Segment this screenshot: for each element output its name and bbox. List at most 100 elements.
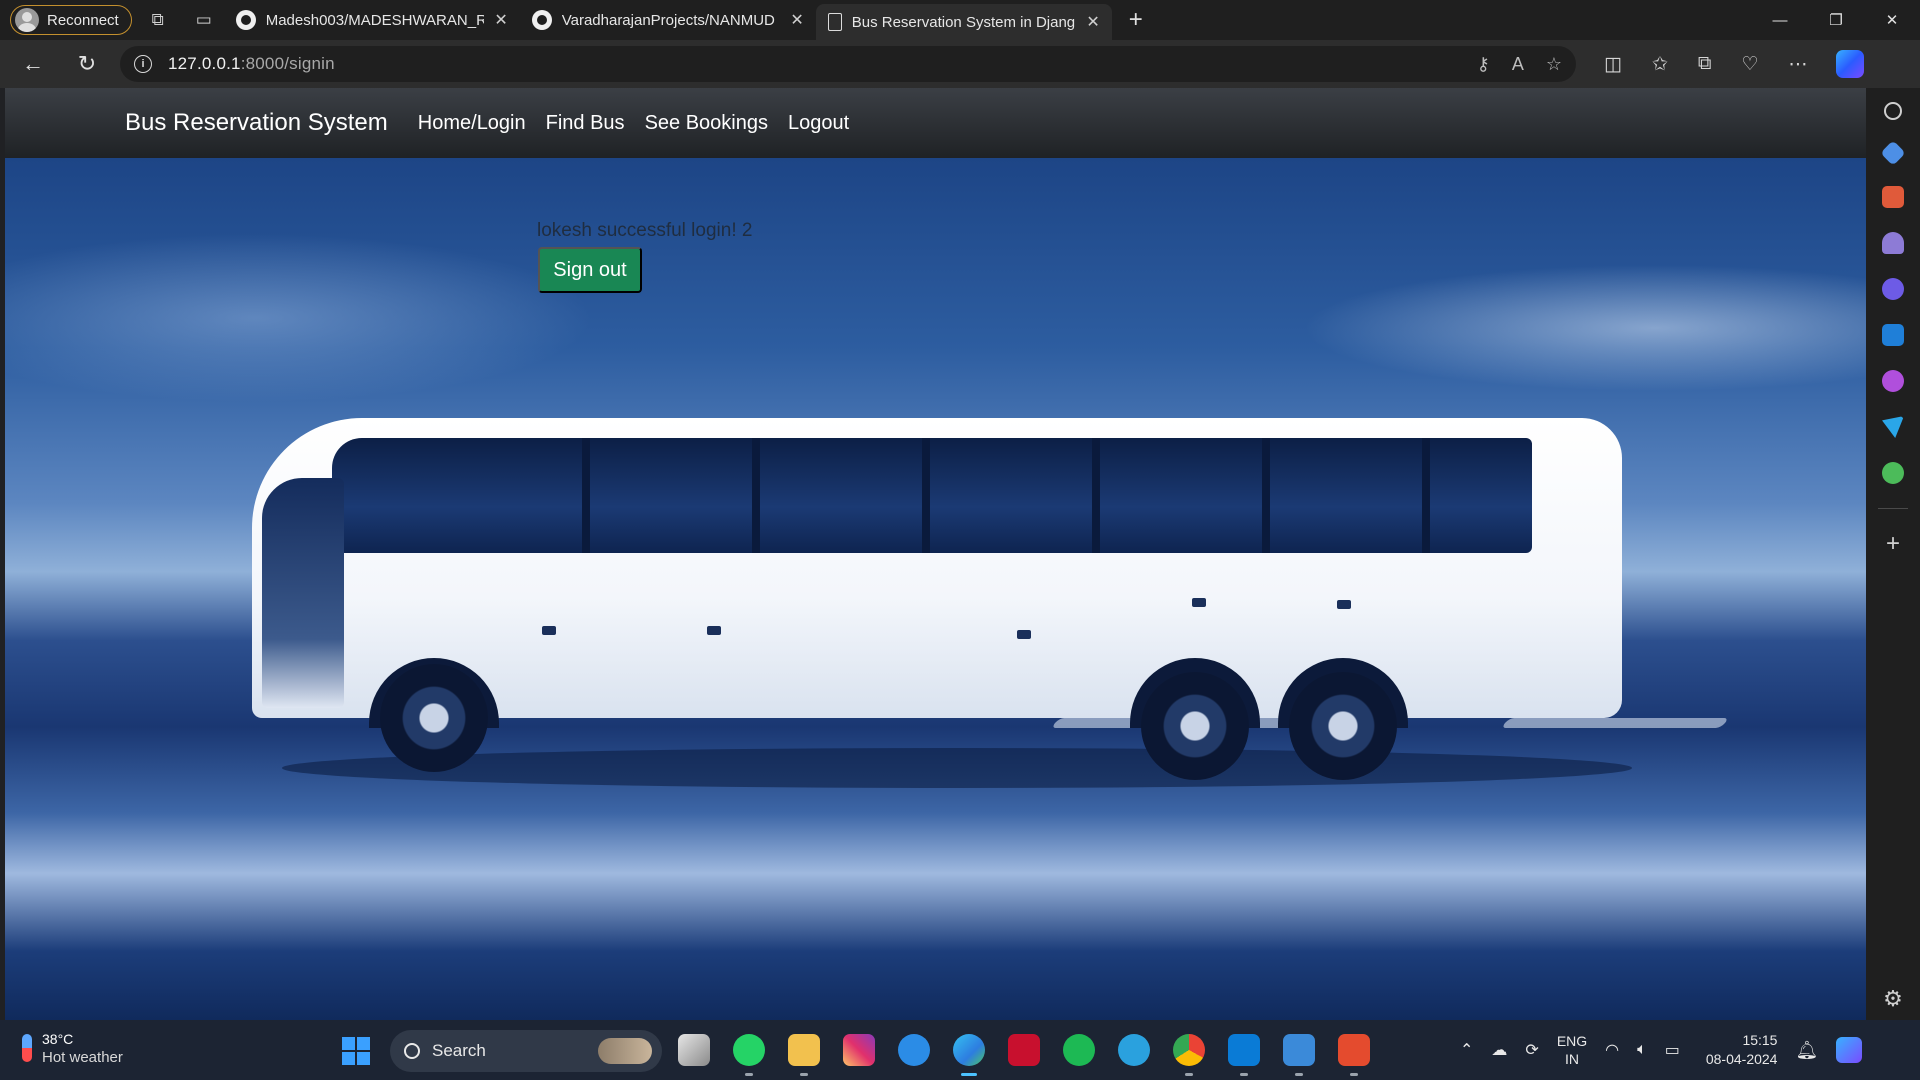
volume-icon[interactable]: 🔈︎ [1637, 1041, 1647, 1059]
copilot-icon[interactable] [1835, 50, 1864, 78]
close-tab-icon[interactable]: ✕ [494, 10, 507, 30]
side-marker-light [542, 626, 556, 635]
tab-title: Madesh003/MADESHWARAN_R [265, 11, 485, 29]
tab-github-madesh[interactable]: Madesh003/MADESHWARAN_R ✕ [224, 0, 520, 40]
sign-out-button[interactable]: Sign out [538, 247, 642, 293]
language-code: ENG [1556, 1033, 1588, 1049]
new-tab-icon[interactable]: + [1116, 6, 1156, 34]
github-icon [235, 10, 256, 30]
bus-image [222, 418, 1632, 798]
language-indicator[interactable]: ENG IN [1557, 1032, 1587, 1068]
read-aloud-icon[interactable]: A [1512, 54, 1524, 75]
login-status-message: lokesh successful login! 2 [537, 220, 753, 241]
close-tab-icon[interactable]: ✕ [1086, 12, 1099, 32]
url-path: :8000/signin [240, 54, 335, 73]
more-options-icon[interactable]: ⋯ [1789, 53, 1808, 76]
url-text[interactable]: 127.0.0.1:8000/signin [168, 54, 335, 74]
address-bar[interactable]: i 127.0.0.1:8000/signin ⚷ A ☆ [120, 46, 1576, 82]
favorites-icon[interactable]: ✩ [1652, 53, 1668, 76]
copilot-sidebar-icon[interactable] [1882, 278, 1904, 300]
nav-logout[interactable]: Logout [788, 112, 849, 135]
copilot-taskbar-icon[interactable] [1836, 1037, 1863, 1063]
github-icon [531, 10, 552, 30]
rear-wheel [1141, 672, 1249, 780]
site-navbar: Bus Reservation System Home/Login Find B… [5, 88, 1866, 158]
vscode-icon[interactable] [1228, 1034, 1260, 1076]
photos-icon[interactable] [1283, 1034, 1315, 1076]
site-info-icon[interactable]: i [134, 55, 152, 73]
side-marker-light [707, 626, 721, 635]
key-icon[interactable]: ⚷ [1477, 54, 1490, 75]
taskbar-search[interactable]: Search [390, 1030, 662, 1072]
system-tray: ⌃ ☁ ⟳ ENG IN ◠ 🔈︎ ▭ 15:15 08-04-2024 🔔︎ [1460, 1020, 1863, 1080]
close-window-icon[interactable]: ✕ [1864, 0, 1920, 40]
sidebar-search-icon[interactable] [1884, 102, 1902, 120]
region-code: IN [1564, 1051, 1579, 1067]
wifi-icon[interactable]: ◠ [1605, 1040, 1619, 1060]
sync-icon[interactable]: ⟳ [1525, 1040, 1538, 1060]
telegram-icon[interactable] [1118, 1034, 1150, 1066]
restore-icon[interactable]: ❐ [1808, 0, 1864, 40]
tab-bus-reservation[interactable]: Bus Reservation System in Djang ✕ [815, 4, 1112, 40]
tools-icon[interactable] [1882, 186, 1904, 208]
favorite-star-icon[interactable]: ☆ [1546, 54, 1562, 75]
notification-bell-icon[interactable]: 🔔︎ [1795, 1040, 1818, 1061]
sidebar-settings-icon[interactable]: ⚙ [1883, 986, 1903, 1012]
show-hidden-icons-chevron-icon[interactable]: ⌃ [1460, 1040, 1473, 1060]
collections-icon[interactable]: ⧉ [1698, 53, 1712, 76]
tab-title: Bus Reservation System in Djang [851, 13, 1076, 31]
games-icon[interactable] [1882, 232, 1904, 254]
window-pillar [1092, 438, 1100, 553]
tree-icon[interactable] [1882, 462, 1904, 484]
side-marker-light [1337, 600, 1351, 609]
profile-label: Reconnect [47, 11, 119, 29]
designer-icon[interactable] [1882, 370, 1904, 392]
search-icon [404, 1043, 420, 1059]
window-pillar [582, 438, 590, 553]
navbar-brand[interactable]: Bus Reservation System [125, 109, 388, 137]
shopping-tag-icon[interactable] [1880, 140, 1906, 166]
get-help-icon[interactable] [898, 1034, 930, 1066]
browser-toolbar: ← ↻ i 127.0.0.1:8000/signin ⚷ A ☆ ◫ ✩ ⧉ … [0, 40, 1920, 88]
battery-icon[interactable]: ▭ [1665, 1040, 1680, 1060]
bus-shadow [282, 748, 1632, 788]
sidebar-divider [1878, 508, 1908, 509]
nav-find-bus[interactable]: Find Bus [546, 112, 625, 135]
close-tab-icon[interactable]: ✕ [790, 10, 803, 30]
search-highlight-image [598, 1038, 652, 1064]
thermometer-icon [22, 1034, 32, 1062]
wps-office-icon[interactable] [1338, 1034, 1370, 1076]
window-pillar [752, 438, 760, 553]
outlook-icon[interactable] [1882, 324, 1904, 346]
system-clock[interactable]: 15:15 08-04-2024 [1706, 1031, 1778, 1069]
add-sidebar-app-icon[interactable]: + [1886, 532, 1900, 556]
whatsapp-icon[interactable] [733, 1034, 765, 1076]
send-icon[interactable] [1882, 416, 1904, 438]
tab-github-varadharajan[interactable]: VaradharajanProjects/NANMUD ✕ [520, 0, 816, 40]
url-host: 127.0.0.1 [168, 54, 241, 73]
weather-widget[interactable]: 38°C Hot weather [22, 1030, 123, 1066]
file-explorer-icon[interactable] [788, 1034, 820, 1076]
mcafee-icon[interactable] [1008, 1034, 1040, 1066]
minimize-icon[interactable]: — [1752, 0, 1808, 40]
instagram-icon[interactable] [843, 1034, 875, 1066]
window-pillar [1422, 438, 1430, 553]
chrome-icon[interactable] [1173, 1034, 1205, 1076]
split-screen-icon[interactable]: ◫ [1604, 53, 1622, 76]
task-view-icon[interactable] [678, 1034, 710, 1066]
edge-browser-icon[interactable] [953, 1034, 985, 1076]
refresh-icon[interactable]: ↻ [66, 46, 108, 82]
nav-home-login[interactable]: Home/Login [418, 112, 526, 135]
profile-button[interactable]: Reconnect [10, 5, 132, 35]
side-marker-light [1017, 630, 1031, 639]
workspaces-icon[interactable]: ⧉ [138, 4, 178, 36]
browser-essentials-icon[interactable]: ♡ [1741, 53, 1758, 76]
vertical-tabs-icon[interactable]: ▭ [184, 4, 224, 36]
spotify-icon[interactable] [1063, 1034, 1095, 1066]
front-wheel [380, 664, 488, 772]
onedrive-cloud-icon[interactable]: ☁ [1491, 1040, 1507, 1060]
windows-start-icon[interactable] [342, 1037, 370, 1065]
back-arrow-icon[interactable]: ← [12, 46, 54, 82]
nav-see-bookings[interactable]: See Bookings [645, 112, 768, 135]
hero-background-image: lokesh successful login! 2 Sign out [5, 158, 1866, 1020]
